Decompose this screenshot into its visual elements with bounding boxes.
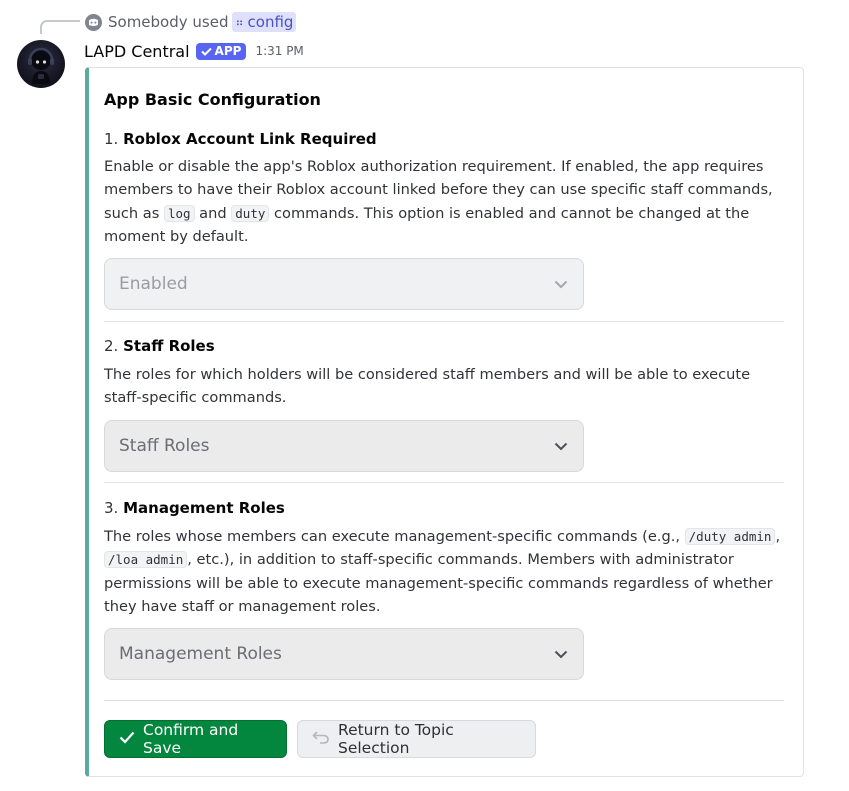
inline-code-log: log [163, 204, 195, 222]
section-heading-staff-roles: 2. Staff Roles [104, 337, 215, 355]
verified-check-icon [200, 47, 212, 56]
section-title: Management Roles [123, 499, 285, 517]
inline-code-duty: duty [231, 204, 270, 222]
discord-icon [85, 13, 102, 31]
chevron-down-icon [553, 276, 569, 292]
divider [104, 482, 784, 483]
inline-code-loa-admin: /loa admin [104, 551, 188, 569]
confirm-and-save-button[interactable]: Confirm and Save [104, 720, 287, 758]
section-number: 1. [104, 130, 119, 148]
reply-text: Somebody used [108, 13, 229, 31]
divider [104, 700, 784, 701]
message-header: LAPD Central APP 1:31 PM [84, 39, 304, 63]
embed-title: App Basic Configuration [104, 90, 321, 109]
avatar[interactable] [17, 40, 65, 88]
inline-code-duty-admin: /duty admin [684, 528, 776, 545]
section-description-staff-roles: The roles for which holders will be cons… [104, 366, 751, 407]
config-embed: App Basic Configuration 1. Roblox Accoun… [85, 67, 804, 777]
section-title: Roblox Account Link Required [123, 130, 377, 148]
staff-roles-select[interactable]: Staff Roles [104, 420, 584, 472]
reply-connector [40, 20, 80, 34]
section-title: Staff Roles [123, 337, 215, 355]
app-command-icon: ⠶ [235, 15, 244, 29]
divider [104, 321, 784, 322]
section-heading-roblox-link: 1. Roblox Account Link Required [104, 130, 377, 148]
app-tag-label: APP [214, 44, 242, 58]
section-number: 2. [104, 337, 119, 355]
username[interactable]: LAPD Central [84, 42, 190, 61]
return-button-label: Return to Topic Selection [338, 721, 454, 757]
chevron-down-icon [553, 646, 569, 662]
select-value: Enabled [119, 274, 188, 294]
section-description-roblox-link: Enable or disable the app's Roblox autho… [104, 158, 773, 245]
command-mention[interactable]: ⠶ config [232, 12, 297, 32]
roblox-link-select: Enabled [104, 258, 584, 310]
timestamp[interactable]: 1:31 PM [255, 44, 303, 58]
undo-arrow-icon [312, 730, 330, 748]
section-description-management-roles: The roles whose members can execute mana… [104, 528, 781, 615]
management-roles-select[interactable]: Management Roles [104, 628, 584, 680]
return-to-topic-selection-button[interactable]: Return to Topic Selection [297, 720, 536, 758]
app-tag: APP [195, 42, 247, 60]
command-name: config [247, 13, 294, 31]
select-placeholder: Staff Roles [119, 436, 210, 456]
select-placeholder: Management Roles [119, 644, 282, 664]
section-heading-management-roles: 3. Management Roles [104, 499, 285, 517]
reply-context[interactable]: Somebody used ⠶ config [85, 11, 297, 33]
section-number: 3. [104, 499, 119, 517]
checkmark-icon [119, 730, 135, 748]
confirm-button-label: Confirm and Save [143, 721, 239, 757]
chevron-down-icon [553, 438, 569, 454]
